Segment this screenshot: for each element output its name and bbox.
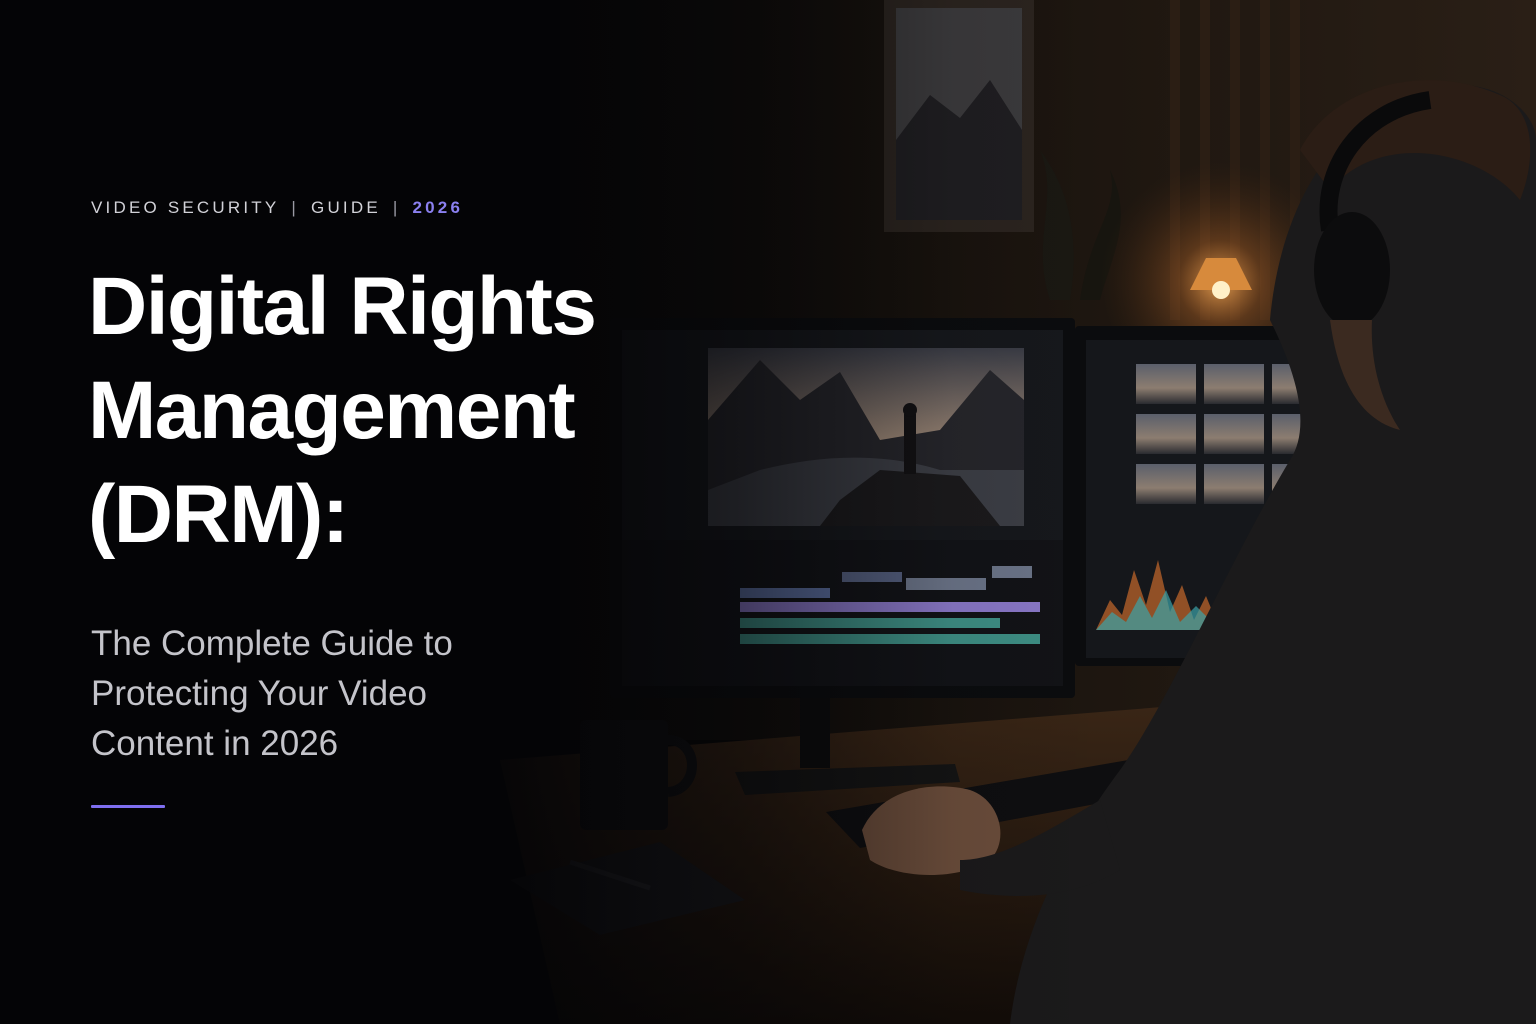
title-line: (DRM): bbox=[88, 469, 349, 560]
type-tag: GUIDE bbox=[311, 198, 381, 217]
subtitle-line: Protecting Your Video bbox=[91, 674, 428, 713]
category-tag: VIDEO SECURITY bbox=[91, 198, 280, 217]
subtitle-line: Content in 2026 bbox=[91, 724, 339, 763]
accent-divider bbox=[91, 805, 165, 808]
subtitle-line: The Complete Guide to bbox=[91, 624, 453, 663]
title-line: Management bbox=[88, 365, 576, 456]
tag-separator: | bbox=[392, 198, 401, 217]
tag-separator: | bbox=[291, 198, 300, 217]
page-title: Digital Rights Management (DRM): bbox=[88, 261, 597, 578]
subtitle: The Complete Guide to Protecting Your Vi… bbox=[91, 619, 551, 769]
hero-banner: VIDEO SECURITY | GUIDE | 2026 Digital Rights… bbox=[0, 0, 1536, 1024]
year-tag: 2026 bbox=[412, 198, 464, 217]
title-line: Digital Rights bbox=[88, 261, 597, 352]
eyebrow-tags: VIDEO SECURITY | GUIDE | 2026 bbox=[91, 198, 463, 218]
